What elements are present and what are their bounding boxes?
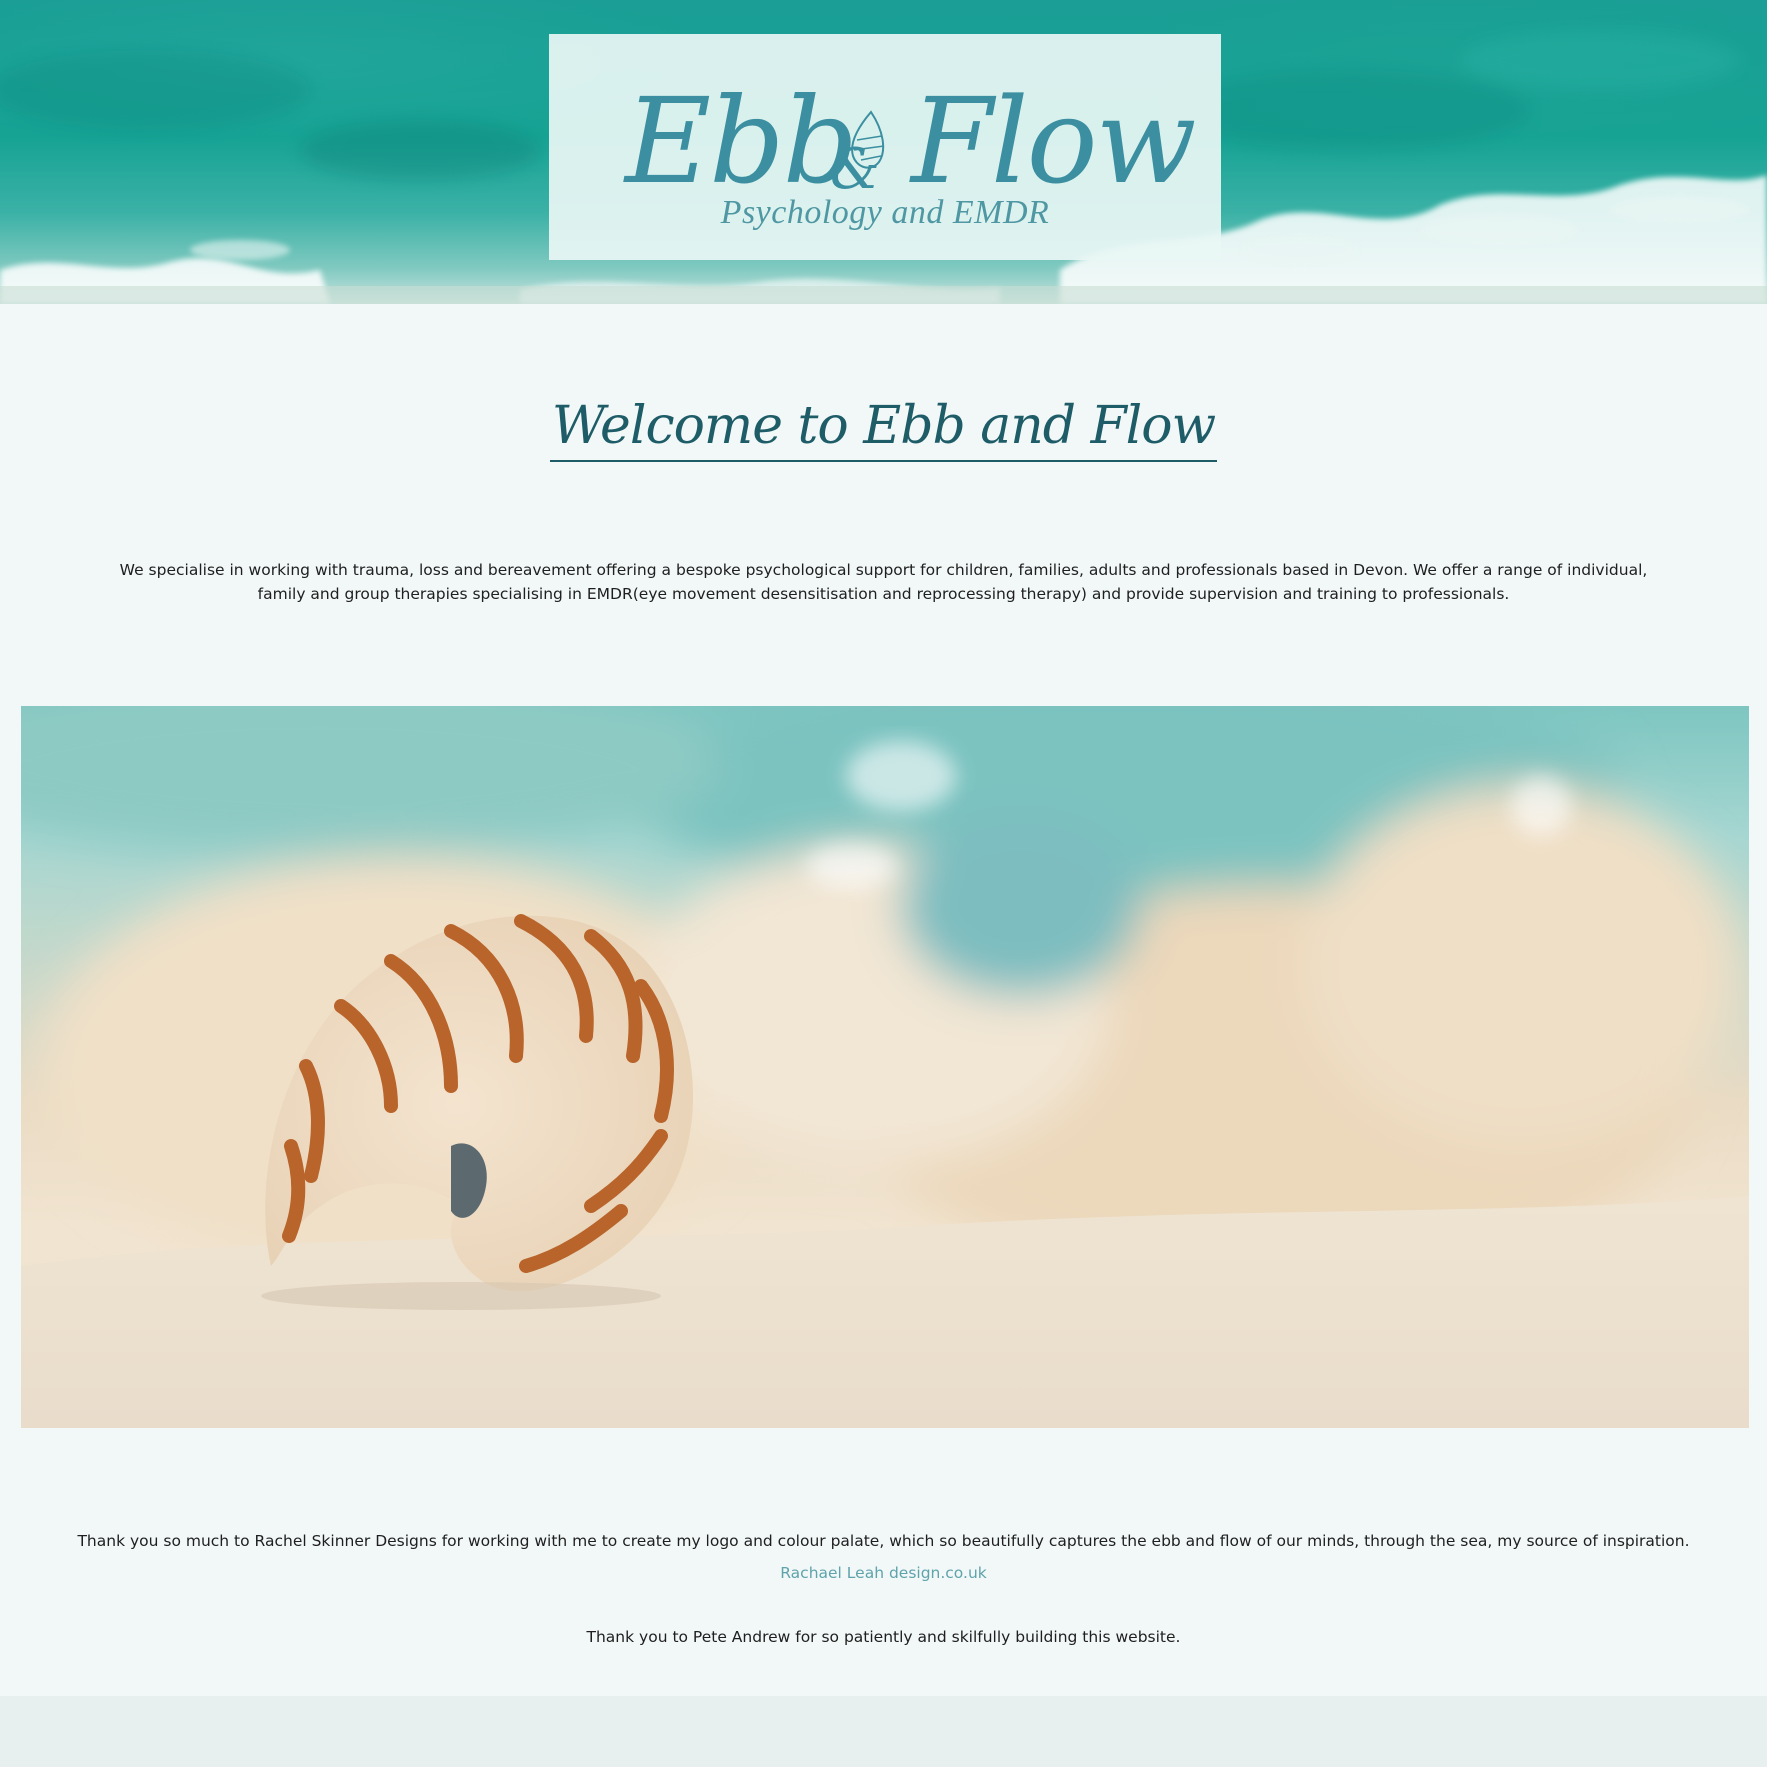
nautilus-shell-image bbox=[21, 706, 1749, 1428]
designer-thanks: Thank you so much to Rachel Skinner Desi… bbox=[77, 1531, 1690, 1550]
footer bbox=[0, 1696, 1767, 1767]
page-title: Welcome to Ebb and Flow bbox=[549, 396, 1218, 462]
welcome-section: Welcome to Ebb and Flow bbox=[0, 396, 1767, 462]
logo[interactable]: Ebb & Flow Psychology and EMDR bbox=[549, 34, 1221, 260]
logo-word-flow: Flow bbox=[911, 72, 1197, 210]
logo-tagline: Psychology and EMDR bbox=[720, 194, 1050, 231]
builder-thanks: Thank you to Pete Andrew for so patientl… bbox=[586, 1627, 1181, 1646]
hero-banner: Ebb & Flow Psychology and EMDR bbox=[0, 0, 1767, 304]
intro-paragraph: We specialise in working with trauma, lo… bbox=[119, 560, 1648, 603]
designer-link[interactable]: Rachael Leah design.co.uk bbox=[0, 1564, 1767, 1582]
